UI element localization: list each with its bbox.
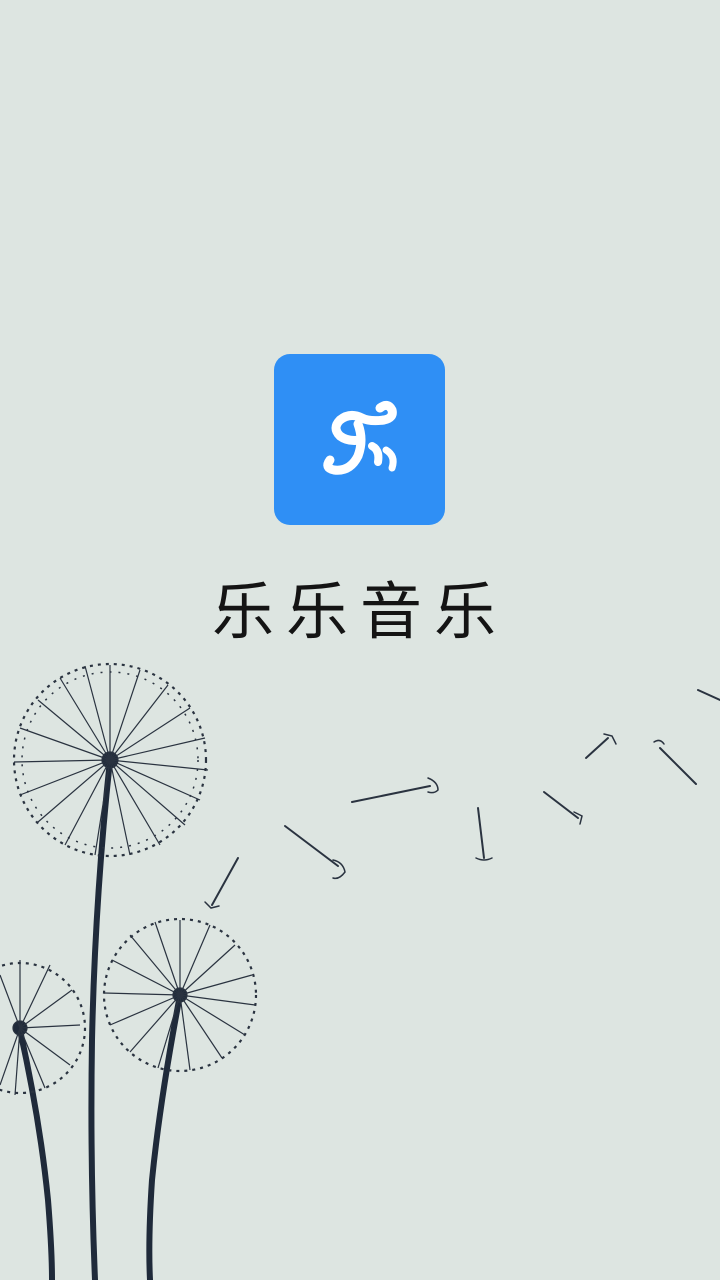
dandelion-head-medium bbox=[102, 917, 258, 1073]
dandelion-head-large bbox=[12, 662, 209, 858]
dandelion-head-small bbox=[0, 960, 87, 1096]
app-logo bbox=[274, 354, 445, 525]
floating-seeds bbox=[204, 689, 720, 909]
music-logo-icon bbox=[322, 400, 397, 475]
app-name: 乐乐音乐 bbox=[211, 575, 508, 648]
splash-screen: 乐乐音乐 bbox=[0, 0, 720, 1280]
